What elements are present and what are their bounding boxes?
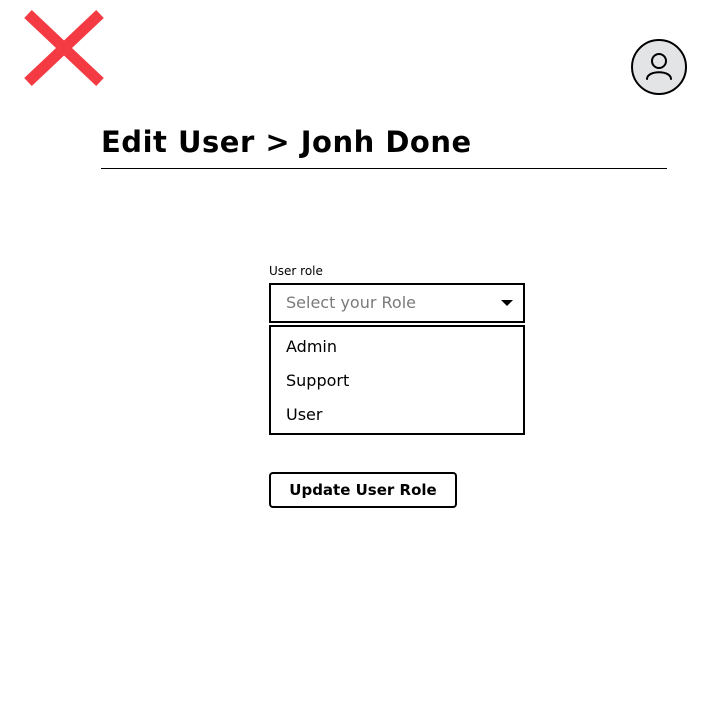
user-role-placeholder: Select your Role xyxy=(286,293,416,312)
title-divider xyxy=(101,168,667,169)
caret-down-icon xyxy=(501,300,513,306)
role-option-admin[interactable]: Admin xyxy=(286,335,337,359)
user-role-select[interactable]: Select your Role xyxy=(269,283,525,323)
role-options-list: Admin Support User xyxy=(269,325,525,435)
update-user-role-button[interactable]: Update User Role xyxy=(269,472,457,508)
close-icon[interactable] xyxy=(22,8,106,88)
user-role-label: User role xyxy=(269,264,323,278)
user-avatar-icon[interactable] xyxy=(631,39,687,95)
page-title: Edit User > Jonh Done xyxy=(101,125,472,159)
role-option-user[interactable]: User xyxy=(286,403,322,427)
role-option-support[interactable]: Support xyxy=(286,369,349,393)
